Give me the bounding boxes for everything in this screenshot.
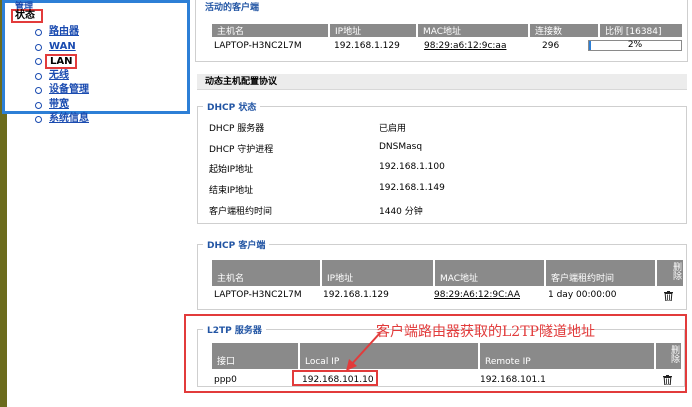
dhcp-client-mac-link[interactable]: 98:29:A6:12:9C:AA bbox=[434, 290, 520, 300]
dhcp-client-hostname: LAPTOP-H3NC2L7M bbox=[214, 290, 302, 300]
col-hostname: 主机名 bbox=[212, 24, 330, 37]
l2tp-interface: ppp0 bbox=[214, 375, 237, 385]
active-clients-header: 主机名 IP地址 MAC地址 连接数 比例 [16384] bbox=[212, 24, 682, 37]
dhcp-daemon-label: DHCP 守护进程 bbox=[209, 145, 274, 155]
table-row: ppp0 192.168.101.10 192.168.101.1 bbox=[212, 375, 681, 388]
nav-item-lan-label: LAN bbox=[45, 54, 78, 69]
active-clients-section: 活动的客户端 主机名 IP地址 MAC地址 连接数 比例 [16384] LAP… bbox=[195, 0, 688, 62]
end-ip-label: 结束IP地址 bbox=[209, 186, 254, 196]
nav-item-bandwidth[interactable]: 带宽 bbox=[35, 98, 89, 113]
nav-item-lan[interactable]: LAN bbox=[35, 54, 89, 69]
dhcp-status-legend: DHCP 状态 bbox=[203, 100, 261, 113]
client-ratio-text: 2% bbox=[627, 40, 643, 50]
col-connections: 连接数 bbox=[530, 24, 600, 37]
nav-item-router[interactable]: 路由器 bbox=[35, 25, 89, 40]
dhcp-clients-legend: DHCP 客户端 bbox=[203, 238, 270, 251]
trash-icon[interactable] bbox=[664, 291, 673, 301]
start-ip-value: 192.168.1.100 bbox=[379, 162, 445, 172]
end-ip-value: 192.168.1.149 bbox=[379, 183, 445, 193]
dhcp-client-lease: 1 day 00:00:00 bbox=[548, 290, 617, 300]
dhcp-daemon-value: DNSMasq bbox=[379, 142, 423, 152]
col-lease: 客户端租约时间 bbox=[546, 260, 657, 286]
col-hostname: 主机名 bbox=[212, 260, 322, 286]
l2tp-remote-ip: 192.168.101.1 bbox=[480, 375, 546, 385]
left-nav: 管理 状态 路由器 WAN LAN 无线 设备管理 带宽 系统信息 bbox=[2, 0, 190, 124]
col-interface: 接口 bbox=[212, 343, 300, 369]
col-remote-ip: Remote IP bbox=[480, 343, 656, 369]
dhcp-clients-section: DHCP 客户端 主机名 IP地址 MAC地址 客户端租约时间 删除 LAPTO… bbox=[197, 238, 687, 310]
col-mac: MAC地址 bbox=[418, 24, 530, 37]
client-ip: 192.168.1.129 bbox=[334, 41, 400, 51]
lease-time-value: 1440 分钟 bbox=[379, 207, 423, 217]
col-delete: 删除 bbox=[669, 345, 679, 363]
l2tp-header: 接口 Local IP Remote IP 删除 bbox=[212, 343, 681, 369]
dhcp-server-label: DHCP 服务器 bbox=[209, 124, 265, 134]
dhcp-heading: 动态主机配置协议 bbox=[197, 74, 687, 90]
nav-item-wireless[interactable]: 无线 bbox=[35, 69, 89, 84]
active-clients-legend: 活动的客户端 bbox=[201, 0, 264, 13]
nav-status-item[interactable]: 状态 bbox=[11, 9, 43, 23]
dhcp-client-ip: 192.168.1.129 bbox=[323, 290, 389, 300]
table-row: LAPTOP-H3NC2L7M 192.168.1.129 98:29:A6:1… bbox=[212, 290, 683, 303]
l2tp-legend: L2TP 服务器 bbox=[203, 323, 266, 336]
nav-status-submenu: 路由器 WAN LAN 无线 设备管理 带宽 系统信息 bbox=[35, 25, 89, 127]
start-ip-label: 起始IP地址 bbox=[209, 165, 254, 175]
nav-item-system-info[interactable]: 系统信息 bbox=[35, 112, 89, 127]
col-delete: 删除 bbox=[671, 262, 681, 280]
col-ip: IP地址 bbox=[330, 24, 418, 37]
col-ratio: 比例 [16384] bbox=[605, 27, 662, 37]
lease-time-label: 客户端租约时间 bbox=[209, 207, 273, 217]
client-mac-link[interactable]: 98:29:a6:12:9c:aa bbox=[424, 41, 506, 51]
client-ratio-bar: 2% bbox=[588, 40, 682, 51]
col-local-ip: Local IP bbox=[300, 343, 480, 369]
nav-item-device-management[interactable]: 设备管理 bbox=[35, 83, 89, 98]
client-connections: 296 bbox=[542, 41, 560, 51]
col-ip: IP地址 bbox=[322, 260, 435, 286]
client-hostname: LAPTOP-H3NC2L7M bbox=[214, 41, 302, 51]
trash-icon[interactable] bbox=[663, 375, 672, 385]
nav-item-wan[interactable]: WAN bbox=[35, 40, 89, 55]
dhcp-clients-header: 主机名 IP地址 MAC地址 客户端租约时间 删除 bbox=[212, 260, 683, 286]
dhcp-status-section: DHCP 状态 DHCP 服务器 已启用 DHCP 守护进程 DNSMasq 起… bbox=[197, 100, 687, 224]
annotation-text: 客户端路由器获取的L2TP隧道地址 bbox=[376, 324, 595, 340]
col-mac: MAC地址 bbox=[435, 260, 546, 286]
dhcp-server-value: 已启用 bbox=[379, 124, 407, 134]
